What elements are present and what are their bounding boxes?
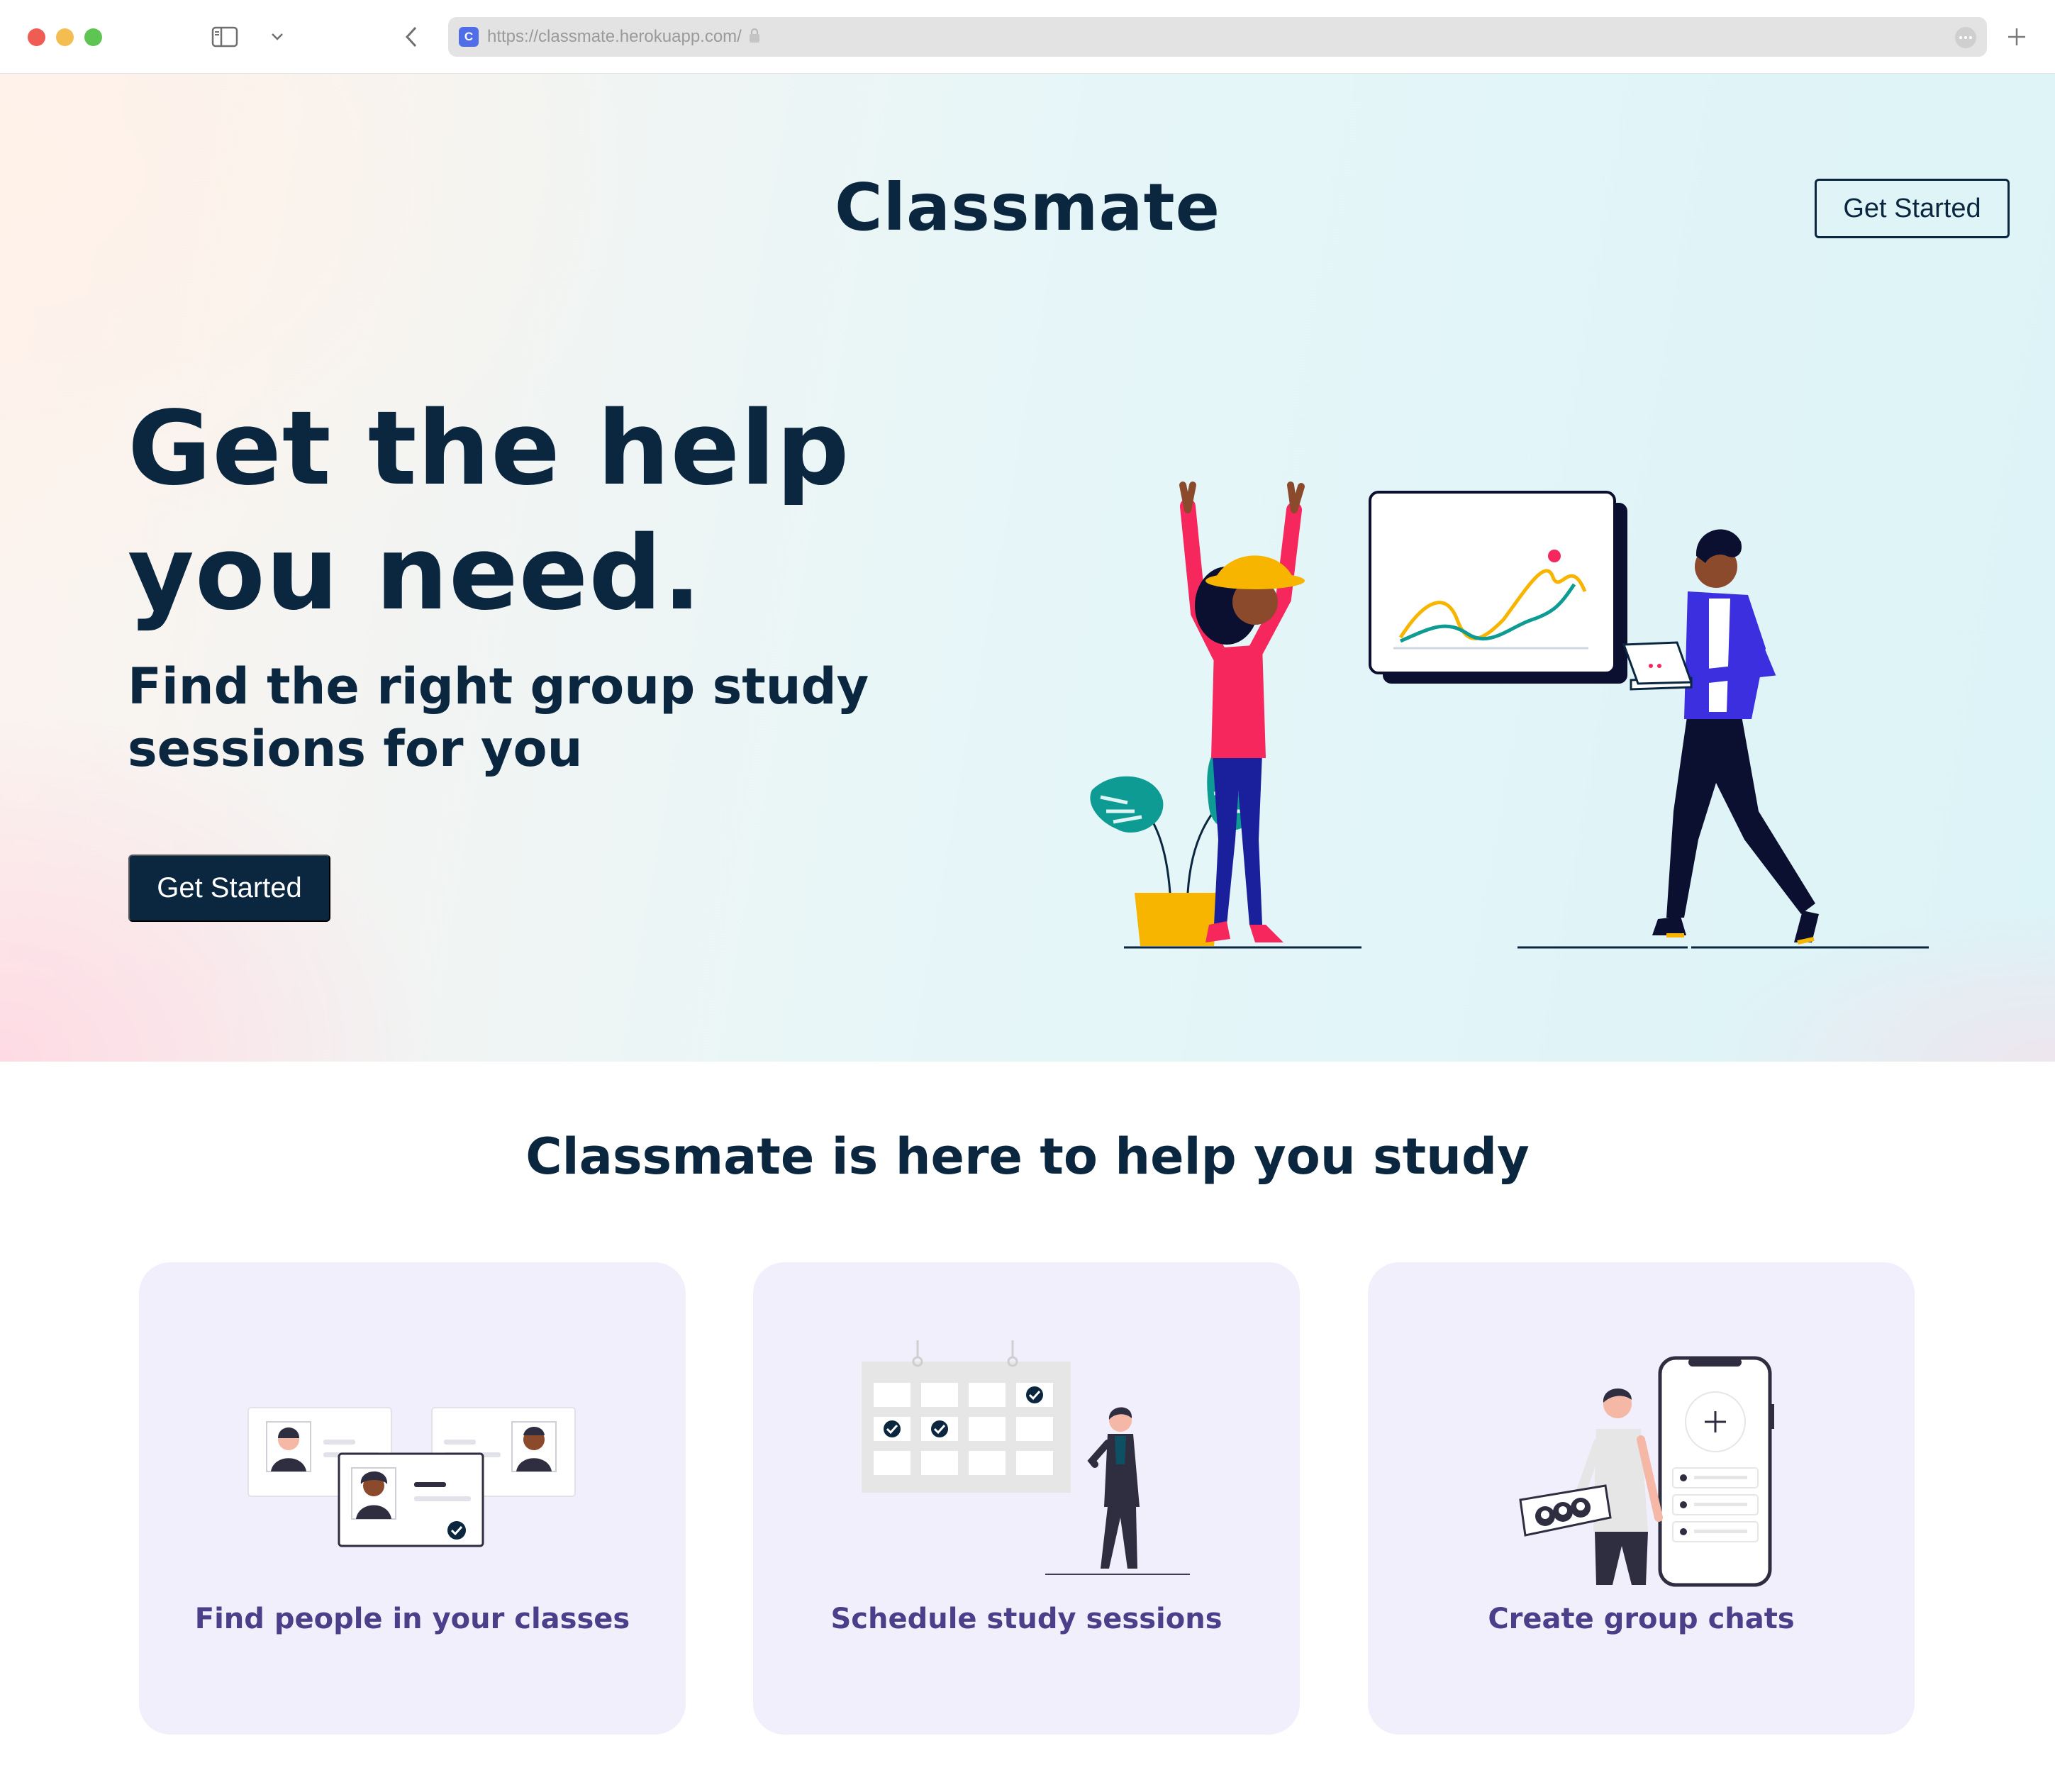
feature-label: Create group chats [1488,1603,1795,1635]
back-arrow-icon[interactable] [397,21,425,52]
people-cards-illustration [247,1407,576,1547]
url-text: https://classmate.herokuapp.com/ [487,27,742,46]
header-get-started-button[interactable]: Get Started [1815,179,2010,238]
lock-icon [749,28,760,47]
chevron-down-icon[interactable] [267,21,288,52]
subhead-line-2: sessions for you [128,720,583,778]
feature-label: Find people in your classes [194,1603,630,1635]
hero-get-started-button[interactable]: Get Started [128,855,330,922]
hero-section: Classmate Get Started Get the help you n… [0,74,2055,1062]
feature-card-schedule[interactable]: Schedule study sessions [753,1262,1300,1735]
sidebar-toggle-icon[interactable] [207,21,243,52]
headline-line-2: you need. [128,513,703,633]
subhead-line-1: Find the right group study [128,657,869,716]
minimize-window-button[interactable] [56,28,74,46]
hero-subheading: Find the right group study sessions for … [128,655,943,780]
features-section-title: Classmate is here to help you study [525,1128,1530,1186]
hero-headline: Get the help you need. [128,386,979,635]
more-options-icon[interactable] [1954,26,1977,52]
brand-logo-text[interactable]: Classmate [0,169,2055,245]
zoom-window-button[interactable] [84,28,102,46]
browser-toolbar: C https://classmate.herokuapp.com/ [0,0,2055,74]
feature-card-find-people[interactable]: Find people in your classes [139,1262,686,1735]
hero-people-chart-illustration [1090,482,1929,949]
new-tab-plus-icon[interactable] [2001,21,2032,52]
close-window-button[interactable] [28,28,45,46]
feature-card-group-chats[interactable]: Create group chats [1368,1262,1915,1735]
address-bar[interactable]: C https://classmate.herokuapp.com/ [448,17,1987,57]
calendar-illustration [862,1340,1190,1575]
phone-chat-illustration [1519,1356,1774,1587]
feature-label: Schedule study sessions [830,1603,1223,1635]
headline-line-1: Get the help [128,389,850,508]
site-favicon: C [459,27,479,47]
